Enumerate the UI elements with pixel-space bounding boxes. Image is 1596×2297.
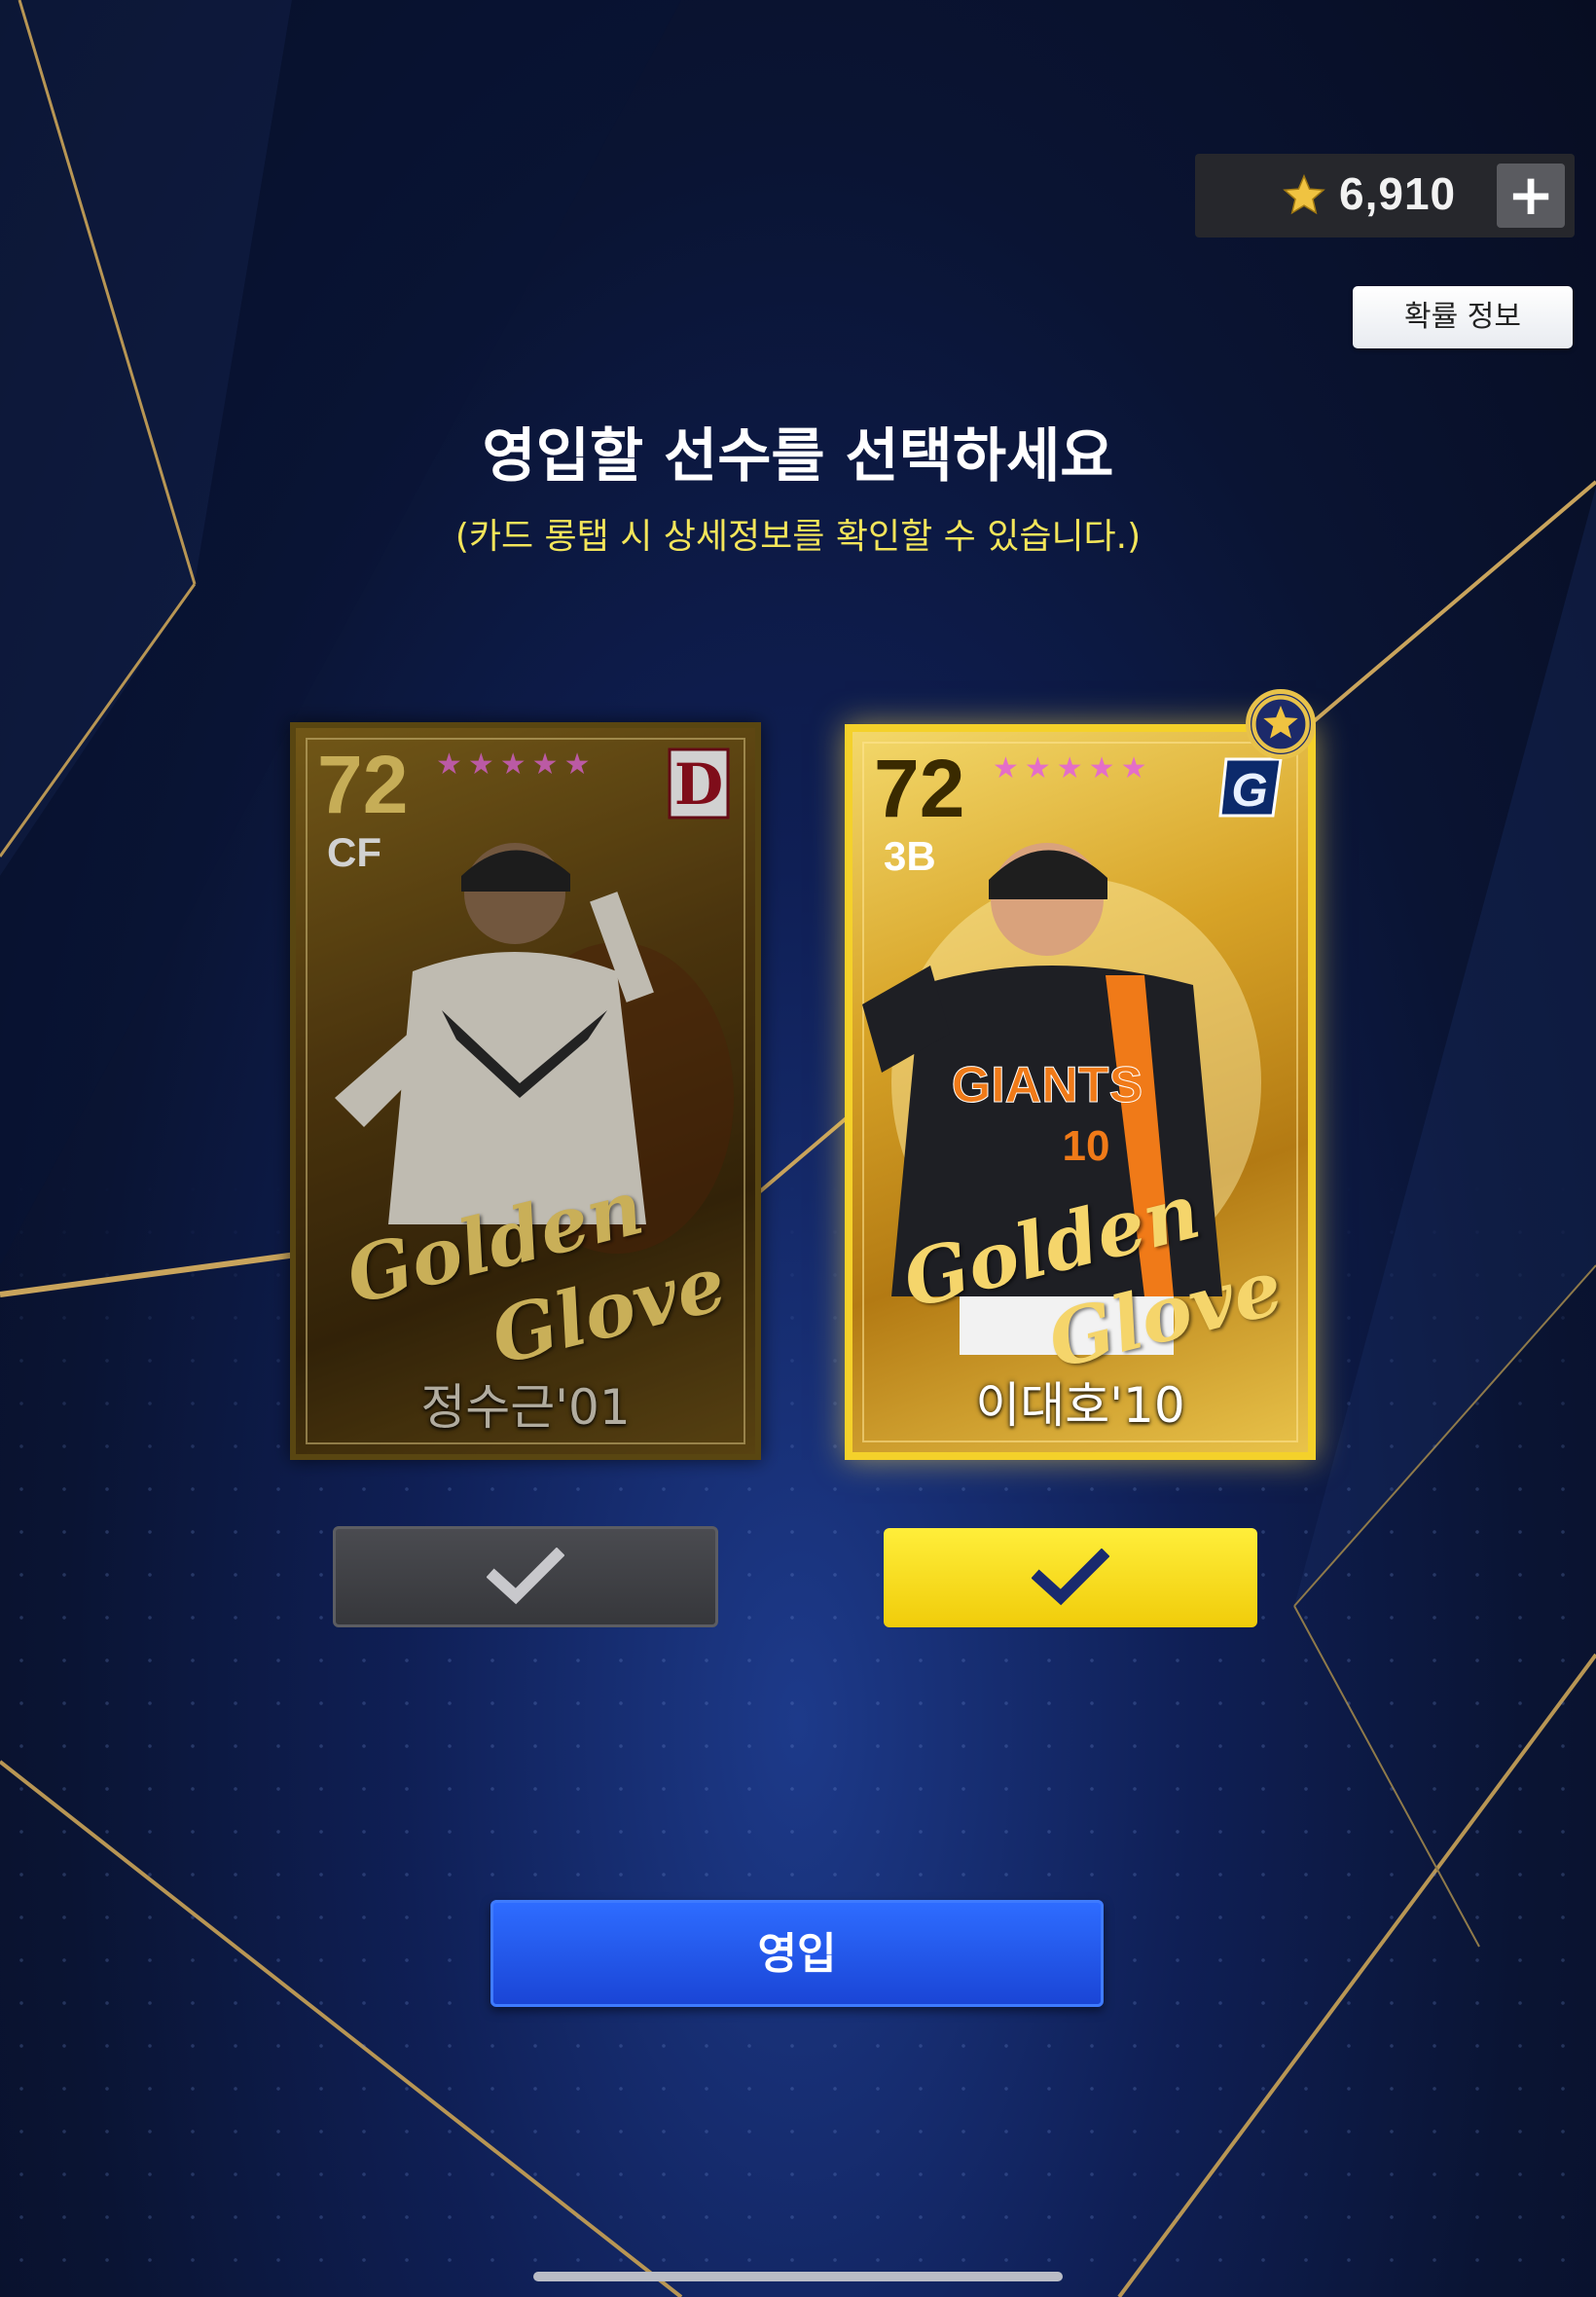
currency-amount: 6,910 [1339,168,1457,219]
star-icon [1283,173,1325,215]
card-player-name: 정수근'01 [420,1379,631,1436]
svg-text:GIANTS: GIANTS [952,1057,1143,1113]
svg-text:10: 10 [1063,1122,1110,1170]
card-overall: 72 [317,739,409,830]
card-star-rating: ★★★★★ [436,747,597,782]
background-dots [0,1168,1596,2297]
team-logo-icon: D [668,747,730,820]
player-card-right[interactable]: GIANTS 10 72 3B ★★★★★ G Golden Glove 이대호… [845,724,1316,1460]
recruit-button[interactable]: 영입 [490,1900,1104,2007]
probability-info-button[interactable]: 확률 정보 [1353,286,1573,348]
check-icon [487,1548,564,1605]
select-card-right-button[interactable] [884,1528,1257,1627]
svg-text:G: G [1231,765,1267,817]
check-icon [1032,1549,1109,1606]
select-card-left-button[interactable] [333,1526,718,1627]
svg-text:D: D [674,751,723,818]
home-indicator[interactable] [533,2272,1063,2281]
card-star-rating: ★★★★★ [993,751,1153,785]
card-position: CF [327,829,381,875]
page-subtitle: (카드 롱탭 시 상세정보를 확인할 수 있습니다.) [454,517,1142,557]
page-title: 영입할 선수를 선택하세요 [482,422,1114,491]
currency-display: 6,910 + [1195,154,1575,237]
selected-star-badge-icon [1246,689,1316,759]
card-overall: 72 [874,743,965,834]
card-player-name: 이대호'10 [975,1377,1185,1434]
add-currency-button[interactable]: + [1497,164,1565,228]
card-position: 3B [884,833,936,879]
player-card-left[interactable]: 72 CF ★★★★★ D Golden Glove 정수근'01 [290,722,761,1460]
team-logo-icon: G [1218,757,1283,818]
